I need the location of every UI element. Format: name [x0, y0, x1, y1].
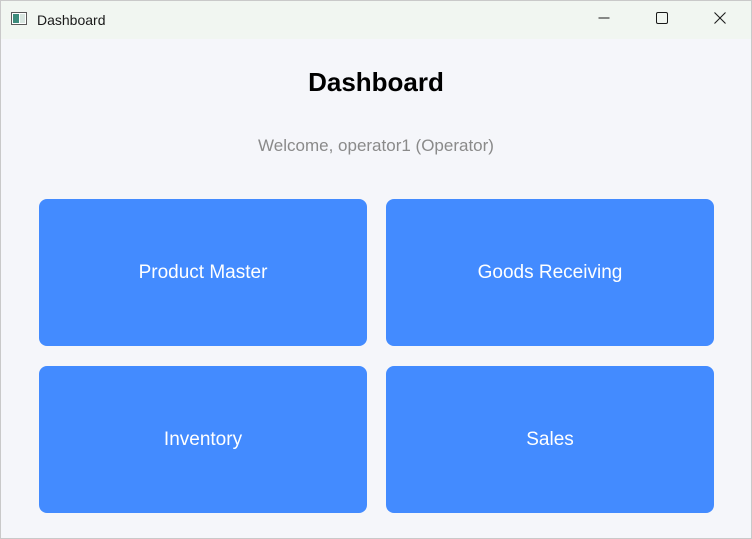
app-window-icon	[11, 12, 27, 25]
product-master-label: Product Master	[138, 261, 268, 283]
product-master-button[interactable]: Product Master	[39, 199, 367, 346]
close-button[interactable]	[691, 1, 749, 39]
goods-receiving-label: Goods Receiving	[477, 261, 623, 283]
welcome-message: Welcome, operator1 (Operator)	[258, 136, 494, 155]
page-title: Dashboard	[308, 67, 444, 97]
maximize-icon	[656, 11, 668, 29]
goods-receiving-button[interactable]: Goods Receiving	[386, 199, 714, 346]
inventory-button[interactable]: Inventory	[39, 366, 367, 513]
window-title: Dashboard	[37, 12, 106, 28]
close-icon	[714, 11, 726, 29]
inventory-label: Inventory	[163, 428, 243, 450]
sales-label: Sales	[526, 428, 574, 450]
minimize-button[interactable]	[575, 1, 633, 39]
app-window: Dashboard Dashboard Welcome, operator1 (…	[0, 0, 752, 539]
maximize-button[interactable]	[633, 1, 691, 39]
minimize-icon	[598, 11, 610, 29]
title-bar[interactable]: Dashboard	[1, 1, 751, 39]
sales-button[interactable]: Sales	[386, 366, 714, 513]
